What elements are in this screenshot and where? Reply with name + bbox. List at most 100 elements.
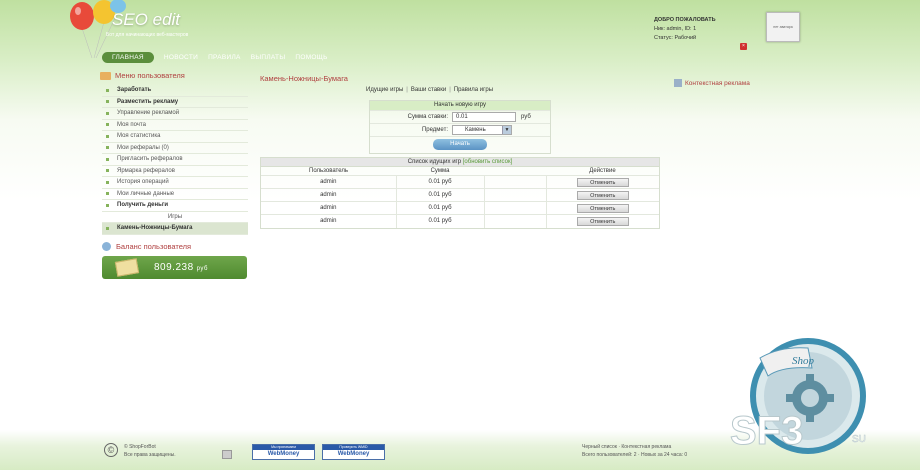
webmoney-accept-badge[interactable]: Мы принимаем WebMoney: [252, 444, 315, 460]
bullet-icon: [106, 226, 109, 230]
cancel-button[interactable]: Отменить: [576, 216, 629, 226]
nav-payouts[interactable]: ВЫПЛАТЫ: [251, 54, 286, 61]
sidebar-item-label: Получить деньги: [117, 202, 169, 209]
tab-your-bets[interactable]: Ваши ставки: [411, 87, 446, 93]
user-cell: admin: [261, 201, 396, 215]
sum-cell: 0.01 руб: [395, 175, 484, 189]
balance-icon: [102, 242, 111, 251]
chevron-down-icon[interactable]: ▼: [502, 126, 511, 134]
cancel-button[interactable]: Отменить: [576, 177, 629, 187]
avatar[interactable]: нет аватара: [766, 12, 800, 42]
sum-cell: 0.01 руб: [395, 188, 484, 202]
balance-value: 809.238 руб: [154, 262, 208, 273]
games-caption: Список идущих игр [обновить список]: [261, 158, 659, 167]
action-cell: Отменить: [545, 175, 659, 189]
ads-icon: [674, 79, 682, 87]
new-game-form: Начать новую игру Сумма ставки: 0.01 руб…: [369, 100, 551, 154]
bullet-icon: [106, 111, 109, 115]
sidebar-item[interactable]: Игры: [102, 212, 248, 223]
sidebar-item[interactable]: Получить деньги: [102, 200, 248, 212]
shop-watermark-icon: Shop SF3 SU: [730, 338, 866, 454]
refresh-list-link[interactable]: [обновить список]: [463, 159, 512, 165]
money-icon: [114, 258, 140, 277]
svg-text:SU: SU: [852, 434, 866, 445]
sidebar-item[interactable]: Управление рекламой: [102, 108, 248, 120]
col-action: Действие: [589, 168, 616, 174]
bullet-icon: [106, 146, 109, 150]
bullet-icon: [106, 157, 109, 161]
sum-cell: 0.01 руб: [395, 201, 484, 215]
sidebar-item[interactable]: Мои рефералы (0): [102, 143, 248, 154]
sidebar-item-label: Заработать: [117, 87, 152, 94]
current-games-table: Список идущих игр [обновить список] Поль…: [260, 157, 660, 229]
form-header: Начать новую игру: [370, 101, 550, 110]
user-menu: Заработать Разместить рекламу Управление р…: [102, 85, 248, 235]
action-cell: Отменить: [545, 201, 659, 215]
table-row: admin 0.01 руб Отменить: [261, 175, 659, 189]
nav-help[interactable]: ПОМОЩЬ: [295, 54, 327, 61]
tab-current-games[interactable]: Идущие игры: [366, 87, 403, 93]
sidebar-item-label: Мои личные данные: [117, 190, 175, 197]
top-navigation: ГЛАВНАЯ НОВОСТИ ПРАВИЛА ВЫПЛАТЫ ПОМОЩЬ: [102, 52, 338, 63]
table-row: admin 0.01 руб Отменить: [261, 201, 659, 215]
sidebar-item[interactable]: Ярмарка рефералов: [102, 166, 248, 177]
welcome-block: ДОБРО ПОЖАЛОВАТЬ Ник: admin, ID: 1 Стату…: [654, 16, 716, 43]
sidebar-item[interactable]: Заработать: [102, 85, 248, 97]
webmoney-wmid-badge[interactable]: Проверить WMID WebMoney: [322, 444, 385, 460]
user-cell: admin: [261, 188, 396, 202]
col-user: Пользователь: [309, 168, 348, 174]
sidebar-item[interactable]: Разместить рекламу: [102, 97, 248, 108]
stake-input[interactable]: 0.01: [452, 112, 516, 122]
sidebar-item[interactable]: Мои личные данные: [102, 189, 248, 200]
sidebar-item-label: Игры: [167, 213, 183, 220]
counter-icon[interactable]: [222, 450, 232, 459]
page-title: Камень-Ножницы-Бумага: [260, 74, 348, 83]
bullet-icon: [106, 180, 109, 184]
user-info: Ник: admin, ID: 1: [654, 26, 697, 32]
cancel-button[interactable]: Отменить: [576, 203, 629, 213]
table-row: admin 0.01 руб Отменить: [261, 214, 659, 228]
menu-icon: [100, 71, 111, 80]
sidebar-item[interactable]: Пригласить рефералов: [102, 154, 248, 166]
empty-cell: [483, 188, 546, 202]
cancel-button[interactable]: Отменить: [576, 190, 629, 200]
context-ads-title[interactable]: Контекстная реклама: [674, 79, 750, 87]
sidebar-item[interactable]: Моя почта: [102, 120, 248, 131]
bullet-icon: [106, 88, 109, 92]
sidebar-item-label: Мои рефералы (0): [117, 144, 169, 151]
sidebar-item-label: Ярмарка рефералов: [117, 167, 175, 174]
nav-news[interactable]: НОВОСТИ: [164, 54, 198, 61]
col-empty: [484, 167, 546, 176]
user-cell: admin: [261, 175, 396, 189]
start-game-button[interactable]: Начать: [433, 139, 487, 150]
site-logo[interactable]: SEO edit: [112, 10, 180, 30]
item-label: Предмет:: [421, 127, 448, 133]
tab-game-rules[interactable]: Правила игры: [454, 87, 493, 93]
stake-unit: руб: [521, 114, 531, 120]
sidebar-item-label: Моя почта: [117, 121, 146, 128]
empty-cell: [483, 214, 546, 228]
sidebar-item-label: Управление рекламой: [117, 110, 180, 117]
bullet-icon: [106, 169, 109, 173]
bullet-icon: [106, 192, 109, 196]
item-select[interactable]: Камень ▼: [452, 125, 512, 135]
balance-title: Баланс пользователя: [102, 242, 191, 251]
empty-cell: [483, 201, 546, 215]
game-subnav: Идущие игры | Ваши ставки | Правила игры: [366, 87, 494, 93]
site-stats: Черный список · Контекстная реклама Всег…: [582, 444, 688, 458]
svg-text:SF3: SF3: [730, 409, 803, 453]
sidebar-item[interactable]: Камень-Ножницы-Бумага: [102, 223, 248, 235]
nav-rules[interactable]: ПРАВИЛА: [208, 54, 241, 61]
user-menu-title: Меню пользователя: [100, 71, 185, 80]
action-cell: Отменить: [545, 188, 659, 202]
bullet-icon: [106, 100, 109, 104]
user-status: Статус: Рабочий: [654, 35, 697, 41]
sidebar-item[interactable]: Моя статистика: [102, 131, 248, 143]
sidebar-item-label: Моя статистика: [117, 133, 161, 140]
sidebar-item-label: Пригласить рефералов: [117, 156, 183, 163]
sidebar-item[interactable]: История операций: [102, 177, 248, 189]
stake-label: Сумма ставки:: [407, 114, 448, 120]
nav-home[interactable]: ГЛАВНАЯ: [102, 52, 154, 63]
table-row: admin 0.01 руб Отменить: [261, 188, 659, 202]
logout-icon[interactable]: ×: [740, 43, 747, 50]
